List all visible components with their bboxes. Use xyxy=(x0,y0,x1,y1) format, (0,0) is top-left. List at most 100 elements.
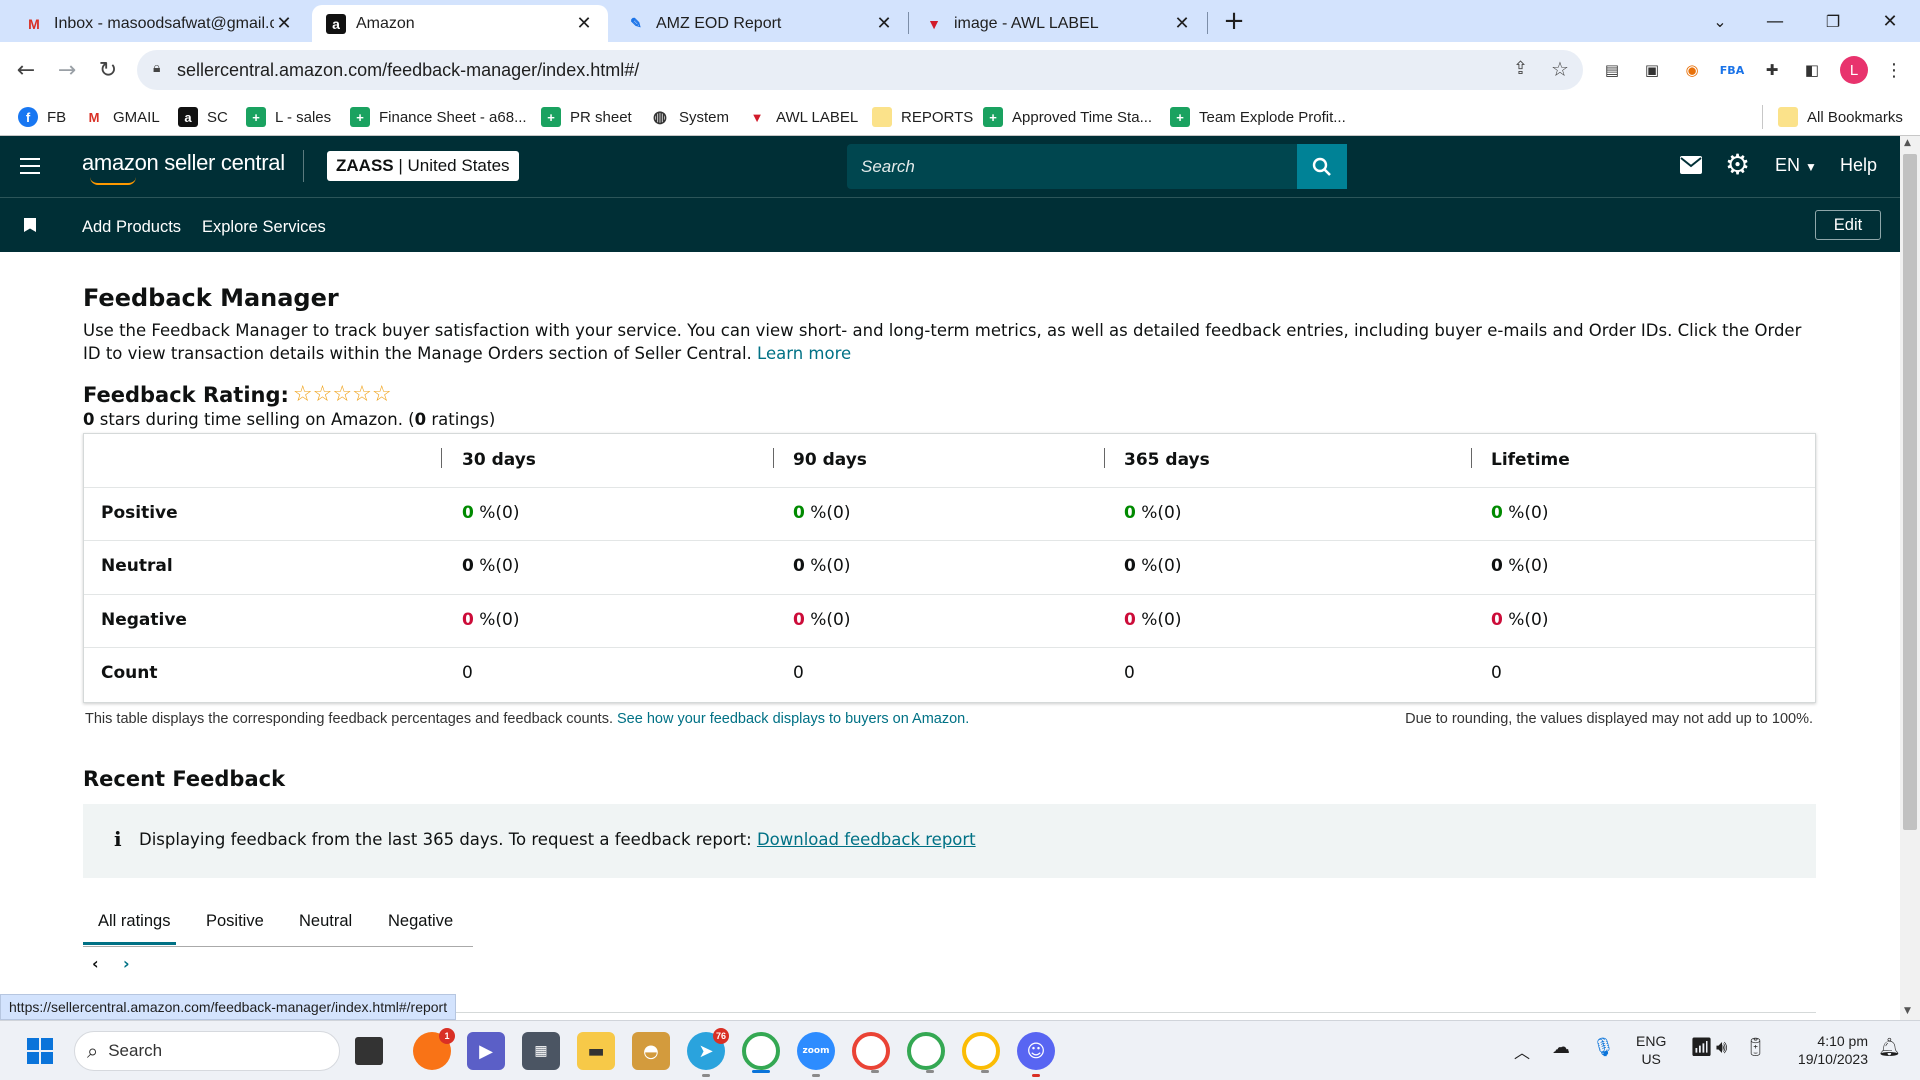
battery-icon[interactable]: 🔋︎ xyxy=(1744,1037,1767,1058)
windows-start-icon[interactable] xyxy=(21,1032,59,1070)
tray-chevron-up-icon[interactable]: ︿ xyxy=(1514,1039,1530,1063)
bookmark-sc[interactable]: a SC xyxy=(178,106,228,128)
bookmark-star-icon[interactable]: ☆ xyxy=(1551,57,1569,81)
bookmark-finance-sheet[interactable]: + Finance Sheet - a68... xyxy=(350,106,527,128)
close-tab-icon[interactable]: ✕ xyxy=(274,13,294,34)
browser-tab-amz-eod[interactable]: ✎ AMZ EOD Report ✕ xyxy=(612,5,908,42)
star-icon: ☆ xyxy=(371,382,392,407)
extension-icon-1[interactable]: ▤ xyxy=(1600,58,1624,82)
subnav-explore-services[interactable]: Explore Services xyxy=(202,218,326,237)
input-language[interactable]: ENG US xyxy=(1636,1032,1666,1068)
tab-positive[interactable]: Positive xyxy=(206,912,264,942)
browser-tab-amazon[interactable]: a Amazon ✕ xyxy=(312,5,608,42)
bookmarks-divider xyxy=(1762,105,1763,129)
pen-icon: ✎ xyxy=(630,15,642,31)
chevron-right-icon[interactable]: › xyxy=(123,954,130,973)
bookmark-team-explode[interactable]: + Team Explode Profit... xyxy=(1170,106,1346,128)
tab-negative[interactable]: Negative xyxy=(388,912,453,942)
wifi-icon[interactable]: 📶︎ xyxy=(1690,1037,1713,1058)
volume-icon[interactable]: 🔊︎ xyxy=(1716,1037,1727,1058)
search-input[interactable] xyxy=(847,144,1299,189)
help-link[interactable]: Help xyxy=(1840,155,1877,176)
telegram-icon[interactable]: ➤ 76 xyxy=(687,1028,729,1077)
sheets-icon: + xyxy=(350,107,370,127)
app-icon-pot[interactable]: ◓ xyxy=(632,1032,670,1070)
all-bookmarks[interactable]: All Bookmarks xyxy=(1778,106,1903,128)
bookmark-icon[interactable] xyxy=(24,218,36,232)
profile-avatar[interactable]: L xyxy=(1840,56,1868,84)
restore-icon[interactable]: ❐ xyxy=(1813,6,1853,36)
chrome-icon[interactable] xyxy=(742,1032,780,1073)
bookmark-awl-label[interactable]: ▼ AWL LABEL xyxy=(747,106,859,128)
scrollbar-thumb[interactable] xyxy=(1903,154,1917,830)
forward-icon[interactable]: → xyxy=(51,54,83,86)
feedback-display-link[interactable]: See how your feedback displays to buyers… xyxy=(617,711,969,727)
search-box xyxy=(847,144,1347,189)
close-tab-icon[interactable]: ✕ xyxy=(874,13,894,34)
bookmark-gmail[interactable]: M GMAIL xyxy=(84,106,160,128)
app-icon-orange[interactable]: 1 xyxy=(413,1028,455,1070)
chevron-left-icon[interactable]: ‹ xyxy=(92,954,99,973)
chrome-profile-icon[interactable] xyxy=(852,1032,890,1073)
store-selector[interactable]: ZAASS | United States xyxy=(327,151,519,181)
clock[interactable]: 4:10 pm 19/10/2023 xyxy=(1788,1032,1868,1068)
download-feedback-report-link[interactable]: Download feedback report xyxy=(757,830,976,849)
file-explorer-icon[interactable]: ▬ xyxy=(577,1032,615,1070)
search-button[interactable] xyxy=(1297,144,1347,189)
back-icon[interactable]: ← xyxy=(10,54,42,86)
learn-more-link[interactable]: Learn more xyxy=(757,344,851,363)
tab-all-ratings[interactable]: All ratings xyxy=(98,912,170,942)
bookmark-reports[interactable]: REPORTS xyxy=(872,106,973,128)
notification-bell-icon[interactable]: 🔔︎ xyxy=(1878,1037,1901,1058)
extension-icon-fba[interactable]: FBA xyxy=(1720,58,1744,82)
task-view-icon[interactable] xyxy=(355,1037,383,1065)
taskbar-search[interactable]: ⌕ Search xyxy=(74,1031,340,1071)
language-selector[interactable]: EN ▼ xyxy=(1775,155,1817,176)
microphone-icon[interactable]: 🎙︎ xyxy=(1592,1037,1615,1058)
page-description: Use the Feedback Manager to track buyer … xyxy=(83,321,1802,363)
reload-icon[interactable]: ↻ xyxy=(92,54,124,86)
extension-icon-2[interactable]: ▣ xyxy=(1640,58,1664,82)
column-divider xyxy=(773,448,774,468)
hamburger-menu-icon[interactable] xyxy=(20,154,40,178)
bookmark-fb[interactable]: f FB xyxy=(18,106,66,128)
table-cell: 0 %(0) xyxy=(1491,503,1549,523)
chrome-profile-icon[interactable] xyxy=(907,1032,945,1073)
menu-dots-icon[interactable]: ⋮ xyxy=(1882,58,1906,82)
tab-search-icon[interactable]: ⌄ xyxy=(1700,6,1740,36)
close-window-icon[interactable]: ✕ xyxy=(1870,6,1910,36)
table-cell: 0 %(0) xyxy=(1491,610,1549,630)
tab-neutral[interactable]: Neutral xyxy=(299,912,352,942)
new-tab-button[interactable]: + xyxy=(1214,6,1254,36)
edit-button[interactable]: Edit xyxy=(1815,210,1881,240)
share-icon[interactable]: ⇪ xyxy=(1513,58,1528,79)
address-bar[interactable]: 🔒︎ sellercentral.amazon.com/feedback-man… xyxy=(137,50,1583,90)
bookmark-l-sales[interactable]: + L - sales xyxy=(246,106,331,128)
mail-icon[interactable] xyxy=(1680,156,1702,178)
settings-gear-icon[interactable]: ⚙ xyxy=(1725,148,1750,181)
extension-icon-3[interactable]: ◉ xyxy=(1680,58,1704,82)
scroll-down-icon[interactable]: ▼ xyxy=(1904,1006,1911,1016)
teams-icon[interactable]: ▶ xyxy=(467,1032,505,1070)
onedrive-cloud-icon[interactable]: ☁ xyxy=(1552,1037,1570,1058)
browser-tab-gmail[interactable]: M Inbox - masoodsafwat@gmail.co ✕ xyxy=(10,5,308,42)
bookmark-approved-time[interactable]: + Approved Time Sta... xyxy=(983,106,1152,128)
browser-tab-awl-label[interactable]: ▼ image - AWL LABEL ✕ xyxy=(910,5,1206,42)
bookmark-system[interactable]: ◍ System xyxy=(650,106,729,128)
table-cell: 0 %(0) xyxy=(793,556,851,576)
discord-icon[interactable]: ☺ xyxy=(1017,1032,1055,1077)
amazon-seller-central-logo[interactable]: amazon seller central xyxy=(82,150,285,185)
star-icon: ☆ xyxy=(312,382,333,407)
minimize-icon[interactable]: — xyxy=(1755,6,1795,36)
side-panel-icon[interactable]: ◧ xyxy=(1800,58,1824,82)
column-divider xyxy=(441,448,442,468)
close-tab-icon[interactable]: ✕ xyxy=(1172,13,1192,34)
bookmark-pr-sheet[interactable]: + PR sheet xyxy=(541,106,632,128)
calculator-icon[interactable]: ▦ xyxy=(522,1032,560,1070)
chrome-profile-icon[interactable] xyxy=(962,1032,1000,1073)
scroll-up-icon[interactable]: ▲ xyxy=(1904,138,1911,148)
close-tab-icon[interactable]: ✕ xyxy=(574,13,594,34)
zoom-icon[interactable]: zoom xyxy=(797,1032,835,1077)
subnav-add-products[interactable]: Add Products xyxy=(82,218,181,237)
extensions-puzzle-icon[interactable]: ✚ xyxy=(1760,58,1784,82)
